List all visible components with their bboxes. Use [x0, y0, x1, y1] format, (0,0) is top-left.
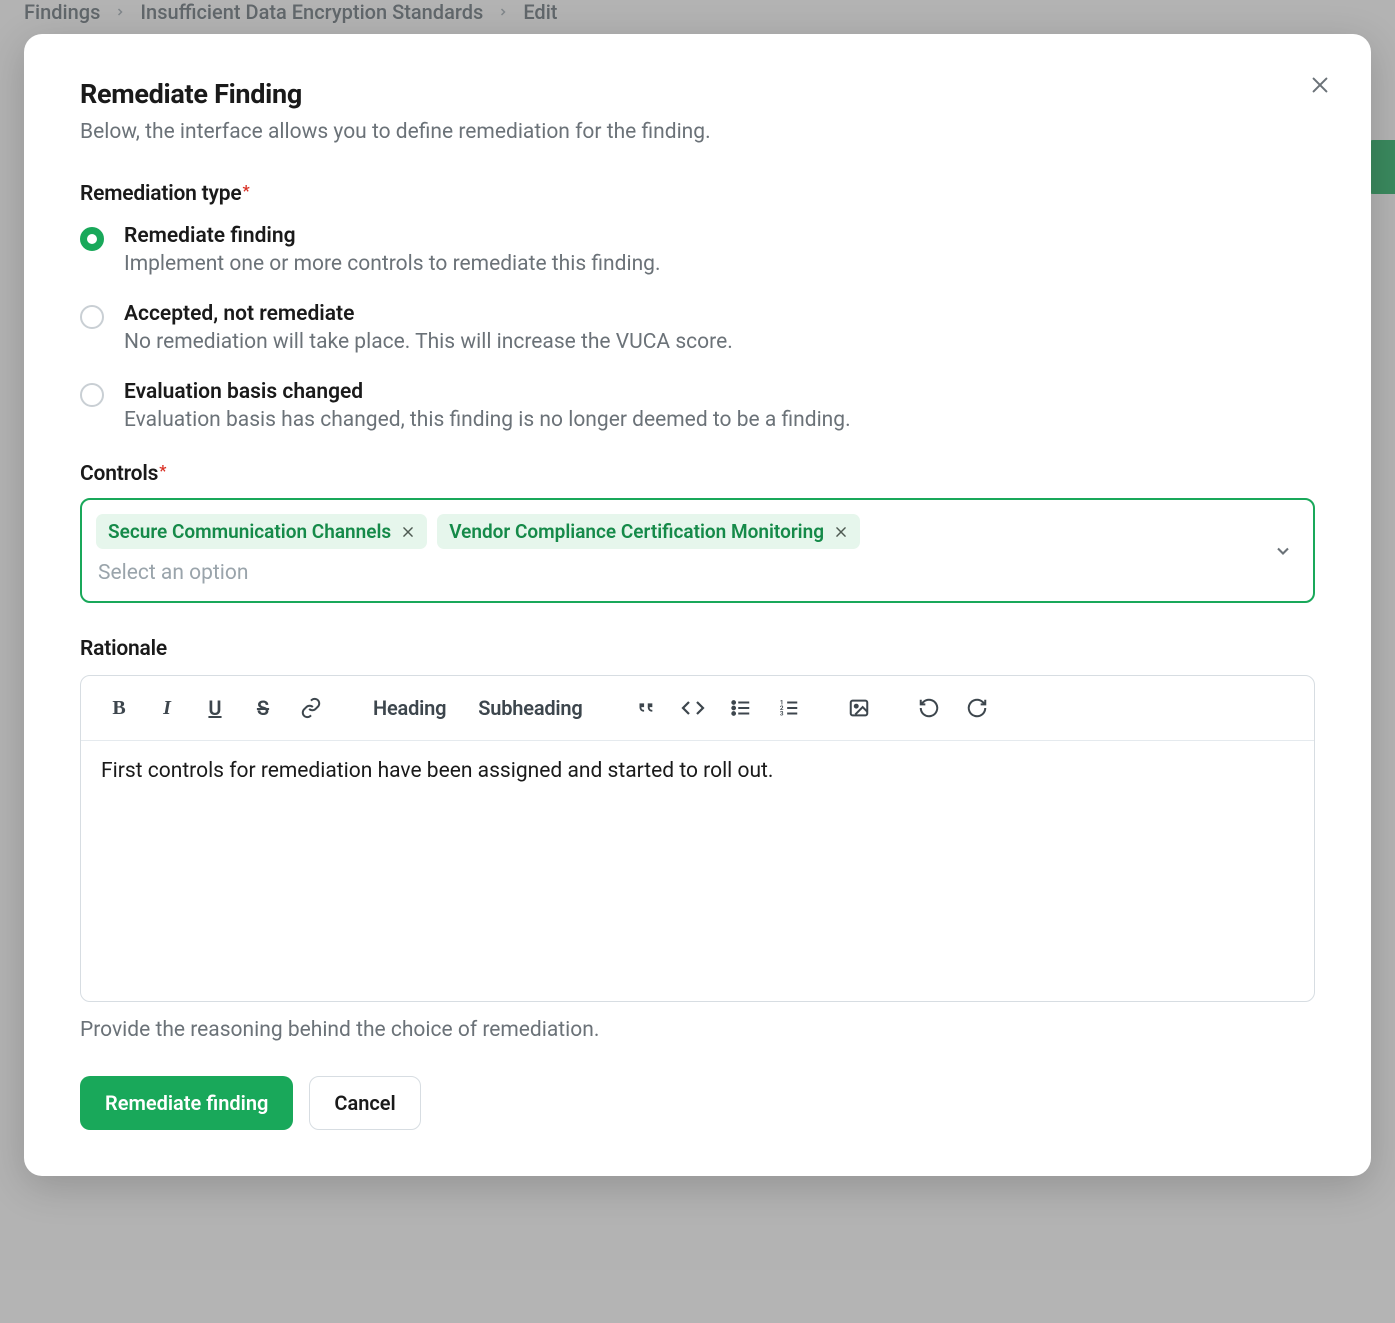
svg-text:3: 3 — [779, 709, 783, 717]
rationale-textarea[interactable]: First controls for remediation have been… — [81, 741, 1314, 1001]
rationale-helper: Provide the reasoning behind the choice … — [80, 1018, 1315, 1042]
radio-title: Accepted, not remediate — [124, 302, 733, 326]
modal-actions: Remediate finding Cancel — [80, 1076, 1315, 1130]
controls-label-text: Controls — [80, 462, 158, 486]
blockquote-button[interactable] — [625, 688, 665, 728]
remediate-finding-button[interactable]: Remediate finding — [80, 1076, 293, 1130]
chip-remove-icon[interactable] — [834, 525, 848, 539]
underline-button[interactable]: U — [195, 688, 235, 728]
rationale-label: Rationale — [80, 637, 1315, 661]
required-indicator: * — [159, 461, 166, 480]
selected-chips: Secure Communication Channels Vendor Com… — [96, 514, 1257, 549]
code-button[interactable] — [673, 688, 713, 728]
radio-title: Remediate finding — [124, 224, 661, 248]
editor-toolbar: B I U S Heading Subheading 123 — [81, 676, 1314, 741]
bullet-list-button[interactable] — [721, 688, 761, 728]
required-indicator: * — [242, 181, 249, 200]
strikethrough-button[interactable]: S — [243, 688, 283, 728]
close-button[interactable] — [1303, 68, 1337, 102]
image-button[interactable] — [839, 688, 879, 728]
radio-option-accepted[interactable]: Accepted, not remediate No remediation w… — [80, 302, 1315, 354]
chip-remove-icon[interactable] — [401, 525, 415, 539]
chip-vendor-compliance: Vendor Compliance Certification Monitori… — [437, 514, 860, 549]
italic-button[interactable]: I — [147, 688, 187, 728]
multiselect-placeholder[interactable]: Select an option — [96, 557, 1257, 587]
remediation-type-group: Remediate finding Implement one or more … — [80, 224, 1315, 432]
link-button[interactable] — [291, 688, 331, 728]
heading-button[interactable]: Heading — [361, 688, 458, 728]
remediate-finding-modal: Remediate Finding Below, the interface a… — [24, 34, 1371, 1176]
numbered-list-button[interactable]: 123 — [769, 688, 809, 728]
radio-desc: Implement one or more controls to remedi… — [124, 252, 661, 276]
radio-input[interactable] — [80, 383, 104, 407]
radio-option-eval-changed[interactable]: Evaluation basis changed Evaluation basi… — [80, 380, 1315, 432]
remediation-type-label: Remediation type* — [80, 182, 1315, 206]
remediation-type-label-text: Remediation type — [80, 182, 241, 206]
modal-subtitle: Below, the interface allows you to defin… — [80, 120, 1315, 144]
subheading-button[interactable]: Subheading — [466, 688, 594, 728]
radio-title: Evaluation basis changed — [124, 380, 851, 404]
radio-desc: No remediation will take place. This wil… — [124, 330, 733, 354]
radio-input[interactable] — [80, 305, 104, 329]
bold-button[interactable]: B — [99, 688, 139, 728]
modal-title: Remediate Finding — [80, 78, 1315, 110]
redo-button[interactable] — [957, 688, 997, 728]
controls-label: Controls* — [80, 462, 1315, 486]
chevron-down-icon[interactable] — [1273, 541, 1293, 561]
chip-label: Vendor Compliance Certification Monitori… — [449, 520, 824, 543]
undo-button[interactable] — [909, 688, 949, 728]
cancel-button[interactable]: Cancel — [309, 1076, 420, 1130]
radio-option-remediate[interactable]: Remediate finding Implement one or more … — [80, 224, 1315, 276]
chip-label: Secure Communication Channels — [108, 520, 391, 543]
controls-multiselect[interactable]: Secure Communication Channels Vendor Com… — [80, 498, 1315, 603]
radio-input[interactable] — [80, 227, 104, 251]
chip-secure-comm: Secure Communication Channels — [96, 514, 427, 549]
radio-desc: Evaluation basis has changed, this findi… — [124, 408, 851, 432]
rationale-editor: B I U S Heading Subheading 123 — [80, 675, 1315, 1002]
